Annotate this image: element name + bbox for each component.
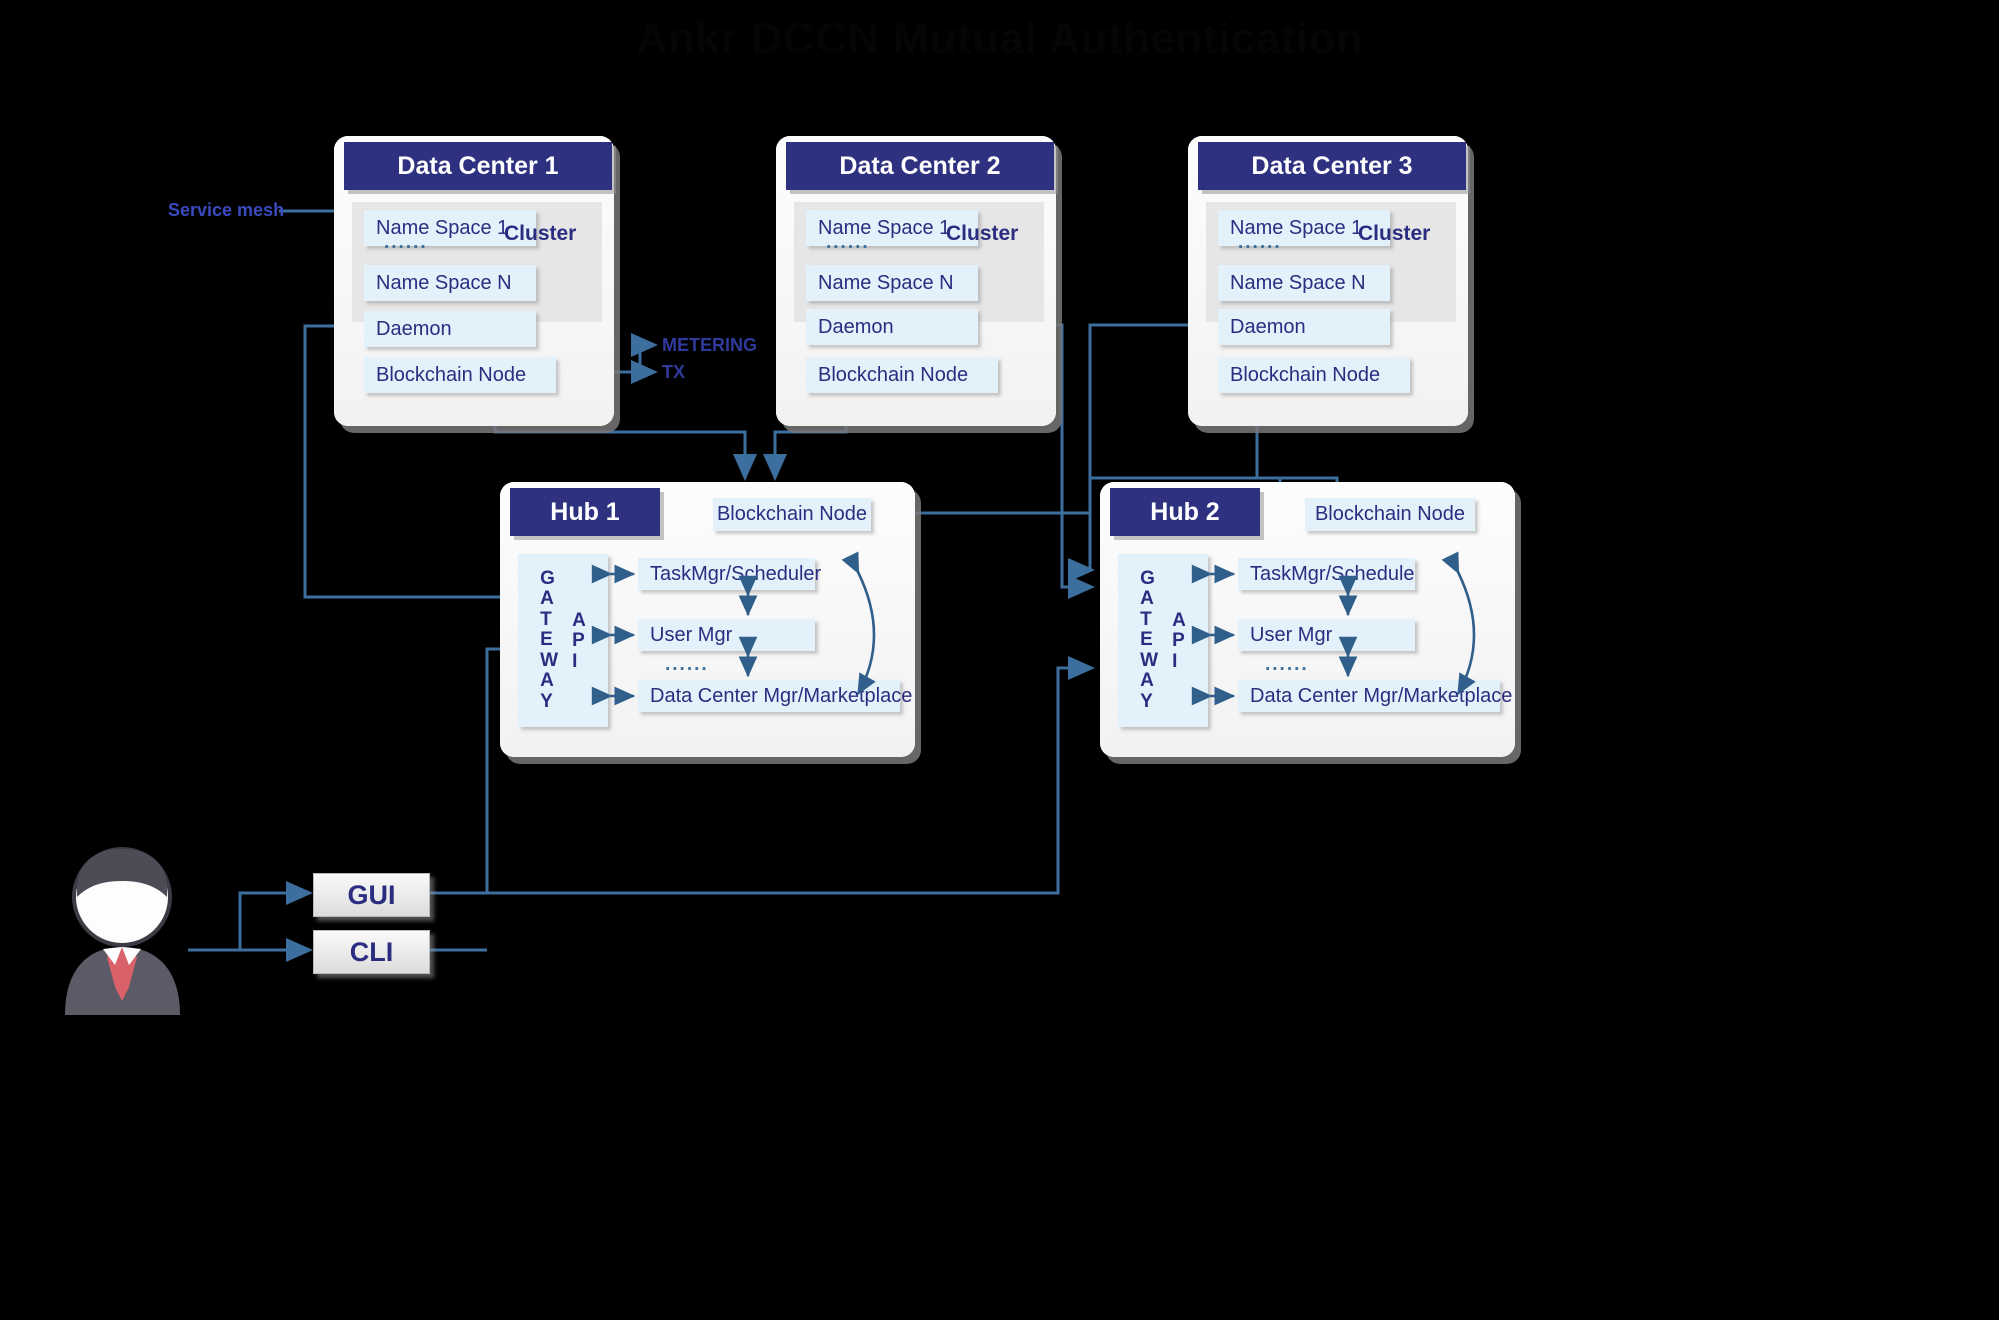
data-center-2-cluster-label: Cluster [946, 222, 1019, 245]
data-center-3-title: Data Center 3 [1198, 142, 1466, 190]
data-center-2-namespace-n[interactable]: Name Space N [806, 265, 978, 301]
data-center-3-blockchain-node[interactable]: Blockchain Node [1218, 357, 1410, 393]
data-center-2-title: Data Center 2 [786, 142, 1054, 190]
data-center-2-namespace-ellipsis: ...... [826, 232, 870, 253]
diagram-canvas: Ankr DCCN Mutual Authentication Data Cen… [0, 0, 1999, 1320]
data-center-3-namespace-n[interactable]: Name Space N [1218, 265, 1390, 301]
data-center-1-namespace-ellipsis: ...... [384, 232, 428, 253]
data-center-1-panel[interactable]: Data Center 1 Name Space 1 ...... Name S… [334, 136, 614, 426]
data-center-3-panel[interactable]: Data Center 3 Name Space 1 ...... Name S… [1188, 136, 1468, 426]
data-center-1-daemon[interactable]: Daemon [364, 311, 536, 347]
data-center-1-cluster-label: Cluster [504, 222, 577, 245]
data-center-1-namespace-n[interactable]: Name Space N [364, 265, 536, 301]
data-center-3-daemon[interactable]: Daemon [1218, 309, 1390, 345]
data-center-2-blockchain-node[interactable]: Blockchain Node [806, 357, 998, 393]
data-center-2-panel[interactable]: Data Center 2 Name Space 1 ...... Name S… [776, 136, 1056, 426]
hub-1-blockchain-node[interactable]: Blockchain Node [713, 498, 871, 531]
service-mesh-label: Service mesh [168, 200, 285, 220]
data-center-3-namespace-ellipsis: ...... [1238, 232, 1282, 253]
data-center-1-title: Data Center 1 [344, 142, 612, 190]
tx-label: TX [662, 362, 686, 382]
user-avatar [65, 847, 180, 1015]
cli-button[interactable]: CLI [313, 930, 430, 974]
data-center-3-cluster-label: Cluster [1358, 222, 1431, 245]
data-center-2-daemon[interactable]: Daemon [806, 309, 978, 345]
gui-button[interactable]: GUI [313, 873, 430, 917]
hub-2-blockchain-node[interactable]: Blockchain Node [1305, 498, 1475, 531]
metering-label: METERING [662, 335, 758, 355]
data-center-1-blockchain-node[interactable]: Blockchain Node [364, 357, 556, 393]
